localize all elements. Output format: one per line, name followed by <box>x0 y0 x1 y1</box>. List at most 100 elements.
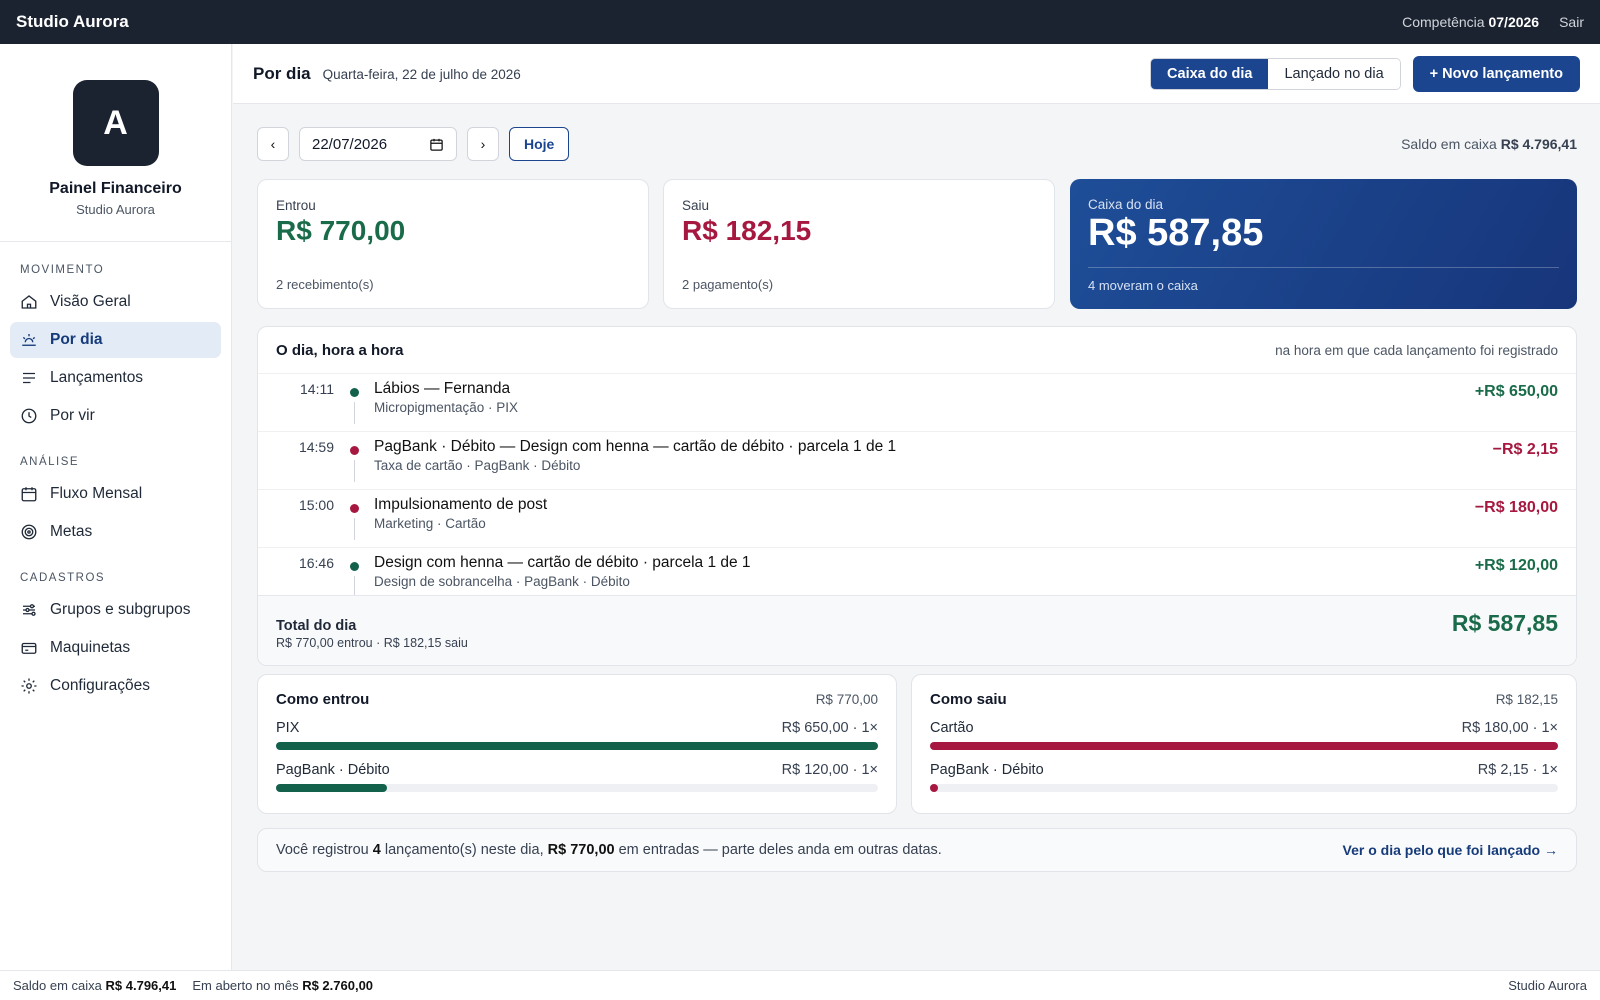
panel-total: R$ 182,15 <box>1495 692 1558 707</box>
progress-track <box>930 784 1558 792</box>
date-input[interactable]: 22/07/2026 <box>299 127 457 161</box>
today-button[interactable]: Hoje <box>509 127 570 161</box>
page-title: Por dia <box>253 63 311 83</box>
total-sub: R$ 770,00 entrou · R$ 182,15 saiu <box>276 636 468 650</box>
card-foot: 2 pagamento(s) <box>682 277 774 292</box>
sidebar-item-lancamentos[interactable]: Lançamentos <box>10 360 221 396</box>
panel-title: Como saiu <box>930 691 1007 708</box>
sidebar-item-maquinetas[interactable]: Maquinetas <box>10 630 221 666</box>
sidebar-item-visao-geral[interactable]: Visão Geral <box>10 284 221 320</box>
card-label: Saiu <box>682 198 710 213</box>
page-header: Por dia Quarta-feira, 22 de julho de 202… <box>233 44 1600 104</box>
sidebar-item-metas[interactable]: Metas <box>10 514 221 550</box>
sidebar-item-por-vir[interactable]: Por vir <box>10 398 221 434</box>
total-value: R$ 587,85 <box>1451 610 1558 636</box>
info-amount: R$ 770,00 <box>547 842 615 858</box>
panel-title: Como entrou <box>276 691 370 708</box>
toggle-caixa-do-dia[interactable]: Caixa do dia <box>1151 58 1269 89</box>
row-line <box>354 460 355 482</box>
page-date: Quarta-feira, 22 de julho de 2026 <box>322 67 521 82</box>
sidebar: A Painel Financeiro Studio Aurora MOVIME… <box>0 44 232 970</box>
status-saldo-value: R$ 4.796,41 <box>105 978 177 993</box>
sidebar-item-label: Visão Geral <box>50 293 131 310</box>
clock-icon <box>21 408 37 424</box>
sidebar-item-configuracoes[interactable]: Configurações <box>10 668 221 704</box>
panel-total: R$ 770,00 <box>815 692 878 707</box>
info-count: 4 <box>372 842 381 858</box>
toggle-lancado-no-dia[interactable]: Lançado no dia <box>1268 58 1400 89</box>
row-time: 15:00 <box>298 497 334 513</box>
logout-link[interactable]: Sair <box>1559 14 1584 30</box>
row-title: Lábios — Fernanda <box>374 380 511 397</box>
card-value: R$ 587,85 <box>1088 212 1264 254</box>
total-title: Total do dia <box>276 618 357 634</box>
breakdown-value: R$ 2,15 · 1× <box>1477 762 1558 778</box>
status-aberto: Em aberto no mês R$ 2.760,00 <box>192 978 373 993</box>
calendar-icon <box>21 487 37 502</box>
profile-name: Painel Financeiro <box>49 180 182 197</box>
timeline-panel: O dia, hora a hora na hora em que cada l… <box>257 326 1577 666</box>
row-title: Design com henna — cartão de débito · pa… <box>374 554 751 571</box>
card-icon <box>21 642 37 654</box>
row-amount: +R$ 650,00 <box>1474 383 1558 400</box>
sidebar-item-por-dia[interactable]: Por dia <box>10 322 221 358</box>
home-icon <box>21 295 37 309</box>
card-label: Caixa do dia <box>1088 197 1164 212</box>
row-time: 16:46 <box>298 555 334 571</box>
prev-day-button[interactable]: ‹ <box>257 127 289 161</box>
row-sub: Micropigmentação · PIX <box>374 400 519 415</box>
card-caixa-do-dia: Caixa do dia R$ 587,85 4 moveram o caixa <box>1070 179 1577 309</box>
progress-track <box>276 742 878 750</box>
row-time: 14:11 <box>300 381 334 397</box>
main-content: Por dia Quarta-feira, 22 de julho de 202… <box>233 44 1600 970</box>
row-time: 14:59 <box>298 439 334 455</box>
timeline-row[interactable]: 15:00 Impulsionamento de post Marketing … <box>258 489 1576 547</box>
saldo-em-caixa: Saldo em caixa R$ 4.796,41 <box>1401 136 1577 152</box>
card-value: R$ 770,00 <box>276 215 406 246</box>
progress-fill <box>930 742 1558 750</box>
breakdown-value: R$ 180,00 · 1× <box>1461 720 1558 736</box>
sidebar-item-fluxo-mensal[interactable]: Fluxo Mensal <box>10 476 221 512</box>
sidebar-item-grupos[interactable]: Grupos e subgrupos <box>10 592 221 628</box>
breakdown-row: PagBank · Débito R$ 2,15 · 1× <box>930 762 1558 792</box>
breakdown-label: PagBank · Débito <box>930 762 1044 778</box>
row-line <box>354 518 355 540</box>
progress-fill <box>930 784 938 792</box>
next-day-button[interactable]: › <box>467 127 499 161</box>
row-title: PagBank · Débito — Design com henna — ca… <box>374 438 897 455</box>
row-amount: −R$ 2,15 <box>1492 441 1558 458</box>
status-aberto-value: R$ 2.760,00 <box>302 978 374 993</box>
section-movimento: MOVIMENTO <box>20 264 105 276</box>
row-sub: Marketing · Cartão <box>374 516 486 531</box>
competencia[interactable]: Competência 07/2026 <box>1402 14 1539 30</box>
info-text-a: Você registrou <box>276 842 369 858</box>
info-text: Você registrou 4 lançamento(s) neste dia… <box>276 842 942 858</box>
breakdown-label: PagBank · Débito <box>276 762 390 778</box>
row-amount: −R$ 180,00 <box>1474 499 1558 516</box>
card-entrou: Entrou R$ 770,00 2 recebimento(s) <box>257 179 649 309</box>
timeline-title: O dia, hora a hora <box>276 341 404 359</box>
row-line <box>354 402 355 424</box>
card-value: R$ 182,15 <box>682 215 812 246</box>
date-controls: ‹ 22/07/2026 › Hoje Saldo em caixa R$ 4.… <box>257 127 1577 161</box>
breakdown-row: PIX R$ 650,00 · 1× <box>276 720 878 750</box>
timeline-row[interactable]: 14:59 PagBank · Débito — Design com henn… <box>258 431 1576 489</box>
competencia-value: 07/2026 <box>1488 14 1540 30</box>
sidebar-item-label: Metas <box>50 523 93 540</box>
row-dot <box>350 388 359 397</box>
progress-fill <box>276 742 878 750</box>
gear-icon <box>21 678 37 694</box>
avatar: A <box>72 80 159 166</box>
row-dot <box>350 504 359 513</box>
timeline-row[interactable]: 14:11 Lábios — Fernanda Micropigmentação… <box>258 373 1576 431</box>
status-bar: Saldo em caixa R$ 4.796,41 Em aberto no … <box>0 970 1600 1000</box>
info-text-c: em entradas — parte deles anda em outras… <box>618 842 942 858</box>
target-icon <box>21 524 37 540</box>
sidebar-item-label: Maquinetas <box>50 639 131 656</box>
top-right: Competência 07/2026 Sair <box>1402 14 1584 30</box>
sidebar-item-label: Por dia <box>50 331 103 348</box>
view-by-launch-link[interactable]: Ver o dia pelo que foi lançado → <box>1343 842 1558 858</box>
breakdown-value: R$ 120,00 · 1× <box>781 762 878 778</box>
section-analise: ANÁLISE <box>20 456 80 468</box>
new-entry-button[interactable]: + Novo lançamento <box>1412 55 1580 92</box>
